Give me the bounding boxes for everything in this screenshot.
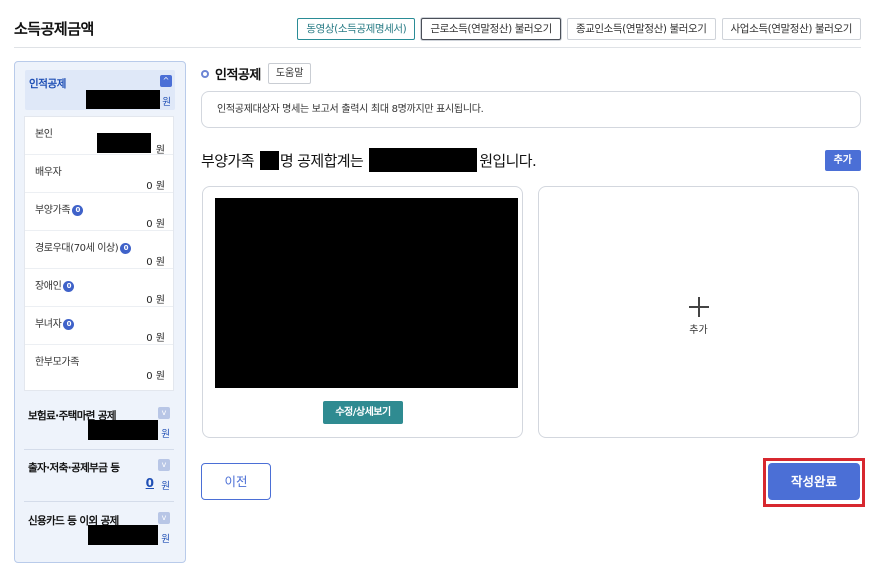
- count-badge: 0: [72, 205, 84, 216]
- sub-item-label: 경로우대(70세 이상): [35, 243, 119, 254]
- sub-item-value: 0 원: [146, 371, 165, 382]
- dependents-summary: 부양가족 명 공제합계는 원입니다.: [201, 148, 537, 172]
- sub-item-value: 0 원: [146, 295, 165, 306]
- redacted-card-content: [215, 198, 518, 388]
- sub-item-label: 부녀자: [35, 319, 62, 330]
- sub-item-value: 0 원: [146, 257, 165, 268]
- amount-link[interactable]: 0: [146, 476, 154, 490]
- header-divider: [14, 47, 861, 48]
- earned-income-load-tab[interactable]: 근로소득(연말정산) 불러오기: [421, 18, 561, 40]
- sub-item-value: 0 원: [146, 181, 165, 192]
- sidebar-item-personal-deduction[interactable]: 인적공제 ^ 원: [25, 70, 175, 110]
- dependent-card: 수정/상세보기: [202, 186, 523, 438]
- plus-icon: [689, 297, 709, 317]
- sidebar-item-insurance-housing[interactable]: 보험료·주택마련 공제 v 원: [24, 400, 174, 450]
- redacted-amount: [88, 525, 158, 545]
- sub-item-label: 장애인: [35, 281, 62, 292]
- sub-item-value: 0 원: [146, 333, 165, 344]
- sidebar-item-savings[interactable]: 출자·저축·공제부금 등 v 0 원: [24, 452, 174, 502]
- page-title: 소득공제금액: [14, 20, 94, 38]
- list-item[interactable]: 부녀자 0 0 원: [25, 307, 173, 345]
- currency-unit: 원: [161, 534, 170, 545]
- chevron-down-icon[interactable]: v: [158, 512, 170, 524]
- notice-box: 인적공제대상자 명세는 보고서 출력시 최대 8명까지만 표시됩니다.: [201, 91, 861, 128]
- sub-item-label: 본인: [35, 129, 53, 140]
- edit-detail-button[interactable]: 수정/상세보기: [323, 401, 403, 424]
- sidebar-item-label: 출자·저축·공제부금 등: [28, 462, 120, 474]
- currency-unit: 원: [162, 97, 171, 108]
- list-item[interactable]: 장애인 0 0 원: [25, 269, 173, 307]
- redacted-count: [259, 150, 279, 170]
- redacted-amount: [86, 90, 160, 109]
- redacted-amount: [88, 420, 158, 440]
- sub-item-label: 한부모가족: [35, 357, 80, 368]
- video-tab[interactable]: 동영상(소득공제명세서): [297, 18, 416, 40]
- sub-item-label: 부양가족: [35, 205, 71, 216]
- chevron-down-icon[interactable]: v: [158, 459, 170, 471]
- chevron-up-icon[interactable]: ^: [160, 75, 172, 87]
- religious-income-load-tab[interactable]: 종교인소득(연말정산) 불러오기: [566, 18, 716, 40]
- sub-item-value: 0 원: [146, 219, 165, 230]
- summary-prefix: 부양가족: [201, 151, 254, 170]
- list-item[interactable]: 부양가족 0 0 원: [25, 193, 173, 231]
- count-badge: 0: [120, 243, 132, 254]
- complete-button[interactable]: 작성완료: [768, 463, 860, 500]
- top-tab-bar: 동영상(소득공제명세서) 근로소득(연말정산) 불러오기 종교인소득(연말정산)…: [297, 18, 861, 40]
- currency-unit: 원: [161, 481, 170, 492]
- section-header: 인적공제 도움말: [201, 63, 312, 84]
- add-dependent-button[interactable]: 추가: [824, 150, 861, 171]
- sidebar-item-label: 인적공제: [29, 78, 67, 90]
- chevron-down-icon[interactable]: v: [158, 407, 170, 419]
- list-item[interactable]: 경로우대(70세 이상) 0 0 원: [25, 231, 173, 269]
- list-item[interactable]: 한부모가족 0 원: [25, 345, 173, 383]
- sub-item-value: 원: [155, 145, 165, 156]
- bullet-icon: [201, 69, 209, 78]
- summary-suffix: 원입니다.: [479, 151, 537, 170]
- prev-button[interactable]: 이전: [201, 463, 271, 500]
- sub-item-label: 배우자: [35, 167, 62, 178]
- sidebar-item-other-deductions[interactable]: 신용카드 등 이외 공제 v 원: [24, 505, 174, 555]
- currency-unit: 원: [161, 429, 170, 440]
- add-card-label: 추가: [689, 325, 708, 336]
- help-button[interactable]: 도움말: [267, 63, 312, 84]
- list-item[interactable]: 본인 원: [25, 117, 173, 156]
- section-title: 인적공제: [215, 68, 261, 83]
- redacted-total: [369, 148, 478, 172]
- list-item[interactable]: 배우자 0 원: [25, 155, 173, 193]
- add-dependent-card[interactable]: 추가: [538, 186, 859, 438]
- count-badge: 0: [63, 319, 75, 330]
- personal-deduction-sublist: 본인 원 배우자 0 원 부양가족 0 0 원 경로우대(70세 이상) 0 0 원…: [24, 116, 174, 391]
- count-badge: 0: [63, 281, 75, 292]
- business-income-load-tab[interactable]: 사업소득(연말정산) 불러오기: [721, 18, 861, 40]
- summary-mid: 명 공제합계는: [279, 151, 364, 170]
- redacted-amount: [97, 133, 151, 153]
